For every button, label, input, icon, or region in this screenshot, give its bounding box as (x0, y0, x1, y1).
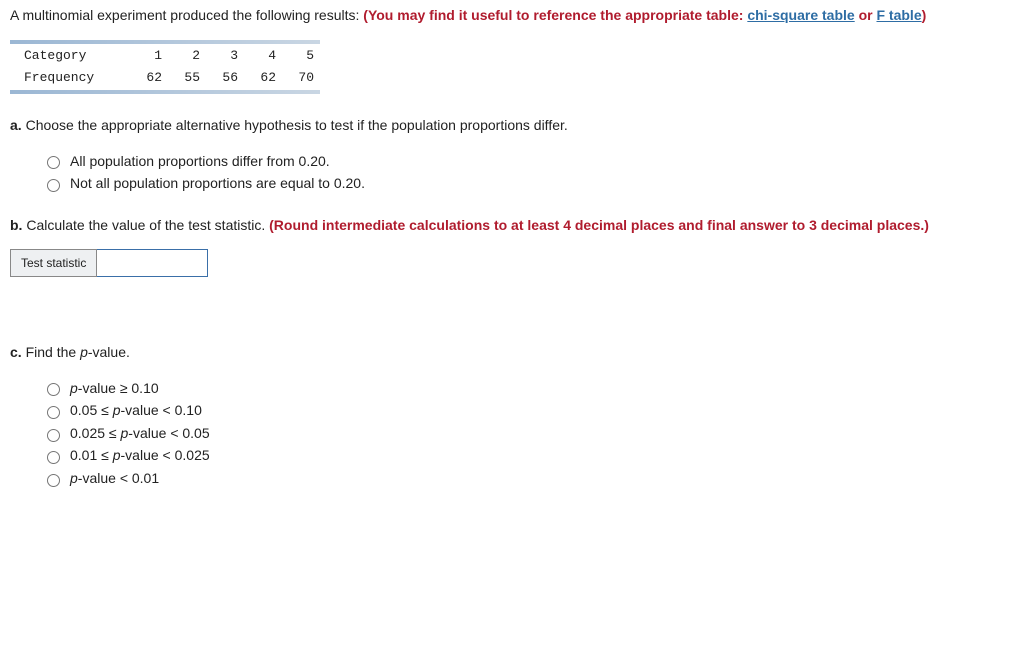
frequency-table: Category 1 2 3 4 5 Frequency 62 55 56 62… (10, 40, 320, 94)
radio-option-c1: p-value ≥ 0.10 (42, 379, 1014, 399)
intro-text: A multinomial experiment produced the fo… (10, 6, 1014, 26)
part-b-label: b. (10, 217, 22, 233)
table-row: Frequency 62 55 56 62 70 (10, 67, 320, 89)
radio-a1[interactable] (47, 156, 60, 169)
radio-option-a1: All population proportions differ from 0… (42, 152, 1014, 172)
part-a: a. Choose the appropriate alternative hy… (10, 116, 1014, 194)
f-table-link[interactable]: F table (876, 7, 921, 23)
part-c-suffix: -value. (88, 344, 130, 360)
radio-c1[interactable] (47, 383, 60, 396)
radio-a2-label: Not all population proportions are equal… (70, 174, 365, 194)
part-c-prefix: Find the (22, 344, 80, 360)
radio-option-c2: 0.05 ≤ p-value < 0.10 (42, 401, 1014, 421)
part-a-label: a. (10, 117, 22, 133)
intro-prefix: A multinomial experiment produced the fo… (10, 7, 363, 23)
radio-c3[interactable] (47, 429, 60, 442)
intro-close: ) (922, 7, 927, 23)
intro-or: or (855, 7, 877, 23)
radio-option-c3: 0.025 ≤ p-value < 0.05 (42, 424, 1014, 444)
part-c-label: c. (10, 344, 22, 360)
row-label-category: Category (10, 45, 130, 67)
part-c: c. Find the p-value. p-value ≥ 0.10 0.05… (10, 343, 1014, 489)
chi-square-link[interactable]: chi-square table (747, 7, 854, 23)
row-label-frequency: Frequency (10, 67, 130, 89)
test-statistic-label: Test statistic (11, 250, 97, 277)
radio-a1-label: All population proportions differ from 0… (70, 152, 330, 172)
part-b-bold: (Round intermediate calculations to at l… (269, 217, 929, 233)
radio-option-c4: 0.01 ≤ p-value < 0.025 (42, 446, 1014, 466)
radio-c4[interactable] (47, 451, 60, 464)
part-b: b. Calculate the value of the test stati… (10, 216, 1014, 283)
part-a-text: Choose the appropriate alternative hypot… (22, 117, 568, 133)
test-statistic-input[interactable] (97, 250, 208, 277)
radio-c5[interactable] (47, 474, 60, 487)
test-statistic-table: Test statistic (10, 249, 208, 277)
radio-c2[interactable] (47, 406, 60, 419)
radio-a2[interactable] (47, 179, 60, 192)
radio-option-c5: p-value < 0.01 (42, 469, 1014, 489)
radio-option-a2: Not all population proportions are equal… (42, 174, 1014, 194)
intro-bold: (You may find it useful to reference the… (363, 7, 747, 23)
table-row: Category 1 2 3 4 5 (10, 45, 320, 67)
part-b-text: Calculate the value of the test statisti… (22, 217, 269, 233)
